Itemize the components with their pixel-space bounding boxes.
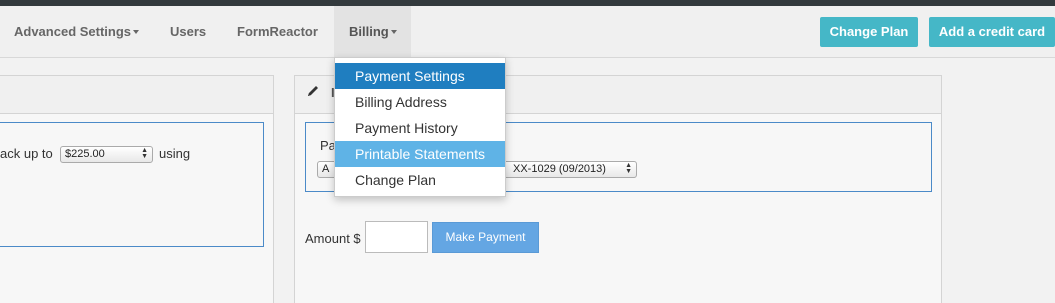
menu-item-payment-settings[interactable]: Payment Settings — [335, 63, 505, 89]
chevron-down-icon — [133, 29, 140, 34]
amount-input[interactable] — [365, 221, 428, 253]
select-arrows-icon: ▲ ▼ — [625, 162, 632, 175]
credit-card-select-value: XX-1029 (09/2013) — [513, 163, 606, 175]
left-panel-header — [0, 76, 273, 114]
main-navbar: Advanced Settings Users FormReactor Bill… — [0, 6, 1055, 58]
add-credit-card-button[interactable]: Add a credit card — [929, 17, 1055, 47]
using-text: using — [159, 146, 191, 161]
nav-billing-label: Billing — [349, 24, 389, 39]
left-settings-box — [0, 122, 264, 247]
menu-item-printable-statements[interactable]: Printable Statements — [335, 141, 505, 167]
menu-item-change-plan[interactable]: Change Plan — [335, 167, 505, 193]
pencil-icon — [308, 86, 318, 96]
change-plan-button[interactable]: Change Plan — [820, 17, 918, 47]
nav-advanced-settings[interactable]: Advanced Settings — [14, 6, 140, 58]
nav-formreactor[interactable]: FormReactor — [237, 6, 318, 58]
nav-users-label: Users — [170, 24, 207, 39]
nav-users[interactable]: Users — [170, 6, 206, 58]
amount-label: Amount $ — [305, 231, 361, 246]
left-panel — [0, 75, 274, 303]
nav-formreactor-label: FormReactor — [237, 24, 318, 39]
menu-item-billing-address[interactable]: Billing Address — [335, 89, 505, 115]
credit-card-select-prefix: A — [322, 163, 330, 175]
chevron-down-icon — [390, 29, 397, 34]
billing-dropdown-menu: Payment Settings Billing Address Payment… — [334, 57, 506, 197]
select-arrows-icon: ▲ ▼ — [141, 147, 148, 160]
nav-advanced-settings-label: Advanced Settings — [14, 24, 132, 39]
recharge-amount-select[interactable]: $225.00 ▲ ▼ — [60, 146, 153, 163]
menu-item-payment-history[interactable]: Payment History — [335, 115, 505, 141]
auto-recharge-text: ack up to — [0, 146, 53, 161]
make-payment-button[interactable]: Make Payment — [432, 222, 539, 253]
recharge-amount-value: $225.00 — [65, 148, 105, 160]
nav-billing[interactable]: Billing — [334, 6, 411, 58]
